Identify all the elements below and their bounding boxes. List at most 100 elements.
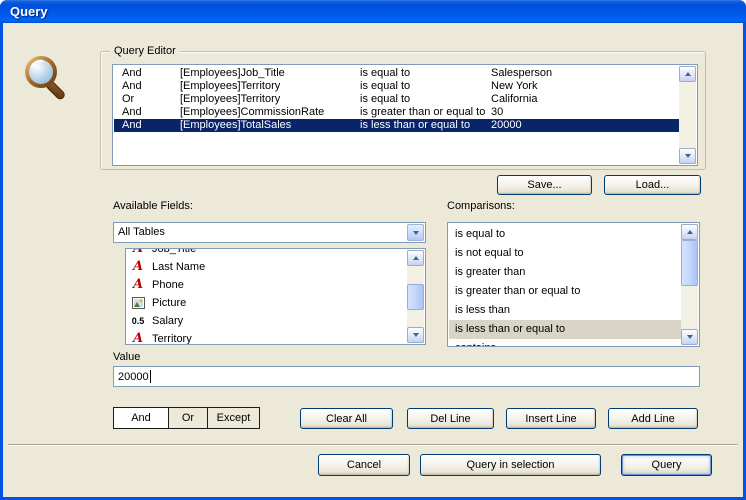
- field-label: Salary: [152, 315, 183, 327]
- field-label: Phone: [152, 279, 184, 291]
- text-caret: [150, 370, 151, 383]
- clear-all-button[interactable]: Clear All: [300, 408, 393, 429]
- value-input[interactable]: 20000: [113, 366, 700, 387]
- insert-line-button[interactable]: Insert Line: [506, 408, 596, 429]
- text-field-icon: A: [130, 332, 146, 345]
- available-fields-listbox: A Job_Title A Last Name A Phone Picture …: [125, 248, 426, 345]
- row-field: [Employees]Territory: [180, 93, 280, 106]
- field-label: Job_Title: [152, 248, 196, 255]
- row-comparison: is equal to: [360, 67, 410, 80]
- row-value: 20000: [491, 119, 522, 132]
- magnifier-icon: [21, 53, 73, 105]
- row-field: [Employees]Territory: [180, 80, 280, 93]
- comparisons-label: Comparisons:: [447, 200, 515, 212]
- scroll-down-button[interactable]: [407, 327, 424, 343]
- row-conjunction: And: [122, 80, 142, 93]
- comparisons-scrollbar[interactable]: [681, 224, 698, 345]
- field-item[interactable]: A Last Name: [127, 258, 409, 276]
- row-conjunction: Or: [122, 93, 134, 106]
- save-button[interactable]: Save...: [497, 175, 592, 195]
- comparison-item-selected[interactable]: is less than or equal to: [449, 320, 683, 339]
- value-label: Value: [113, 351, 140, 363]
- text-field-icon: A: [130, 260, 146, 274]
- row-conjunction: And: [122, 119, 142, 132]
- arrow-down-icon: [685, 154, 691, 158]
- row-value: New York: [491, 80, 537, 93]
- row-conjunction: And: [122, 106, 142, 119]
- and-toggle[interactable]: And: [114, 408, 168, 428]
- field-label: Territory: [152, 333, 192, 345]
- row-field: [Employees]CommissionRate: [180, 106, 324, 119]
- row-comparison: is less than or equal to: [360, 119, 470, 132]
- field-item[interactable]: A Phone: [127, 276, 409, 294]
- query-row-selected[interactable]: And [Employees]TotalSales is less than o…: [114, 119, 681, 132]
- comparison-item[interactable]: is not equal to: [449, 244, 683, 263]
- number-field-icon: 0.5: [130, 316, 146, 326]
- scroll-thumb[interactable]: [407, 284, 424, 310]
- comparison-item[interactable]: contains: [449, 339, 683, 347]
- arrow-up-icon: [413, 256, 419, 260]
- picture-field-icon: [130, 297, 146, 309]
- cancel-button[interactable]: Cancel: [318, 454, 410, 476]
- tables-dropdown-value: All Tables: [118, 226, 165, 238]
- text-field-icon: A: [130, 278, 146, 292]
- query-row[interactable]: And [Employees]Job_Title is equal to Sal…: [114, 67, 681, 80]
- scroll-up-button[interactable]: [679, 66, 696, 82]
- row-comparison: is equal to: [360, 80, 410, 93]
- field-item[interactable]: A Job_Title: [127, 248, 409, 258]
- row-field: [Employees]TotalSales: [180, 119, 291, 132]
- row-comparison: is equal to: [360, 93, 410, 106]
- arrow-down-icon: [413, 333, 419, 337]
- dialog-body: Query Editor And [Employees]Job_Title is…: [3, 23, 743, 497]
- row-value: Salesperson: [491, 67, 552, 80]
- row-comparison: is greater than or equal to: [360, 106, 485, 119]
- comparison-item[interactable]: is equal to: [449, 225, 683, 244]
- row-conjunction: And: [122, 67, 142, 80]
- row-value: 30: [491, 106, 503, 119]
- row-value: California: [491, 93, 537, 106]
- del-line-button[interactable]: Del Line: [407, 408, 494, 429]
- conjunction-toggle-group: And Or Except: [113, 407, 260, 429]
- field-item[interactable]: A Territory: [127, 330, 409, 345]
- comparison-item[interactable]: is less than: [449, 301, 683, 320]
- query-editor-group-label: Query Editor: [110, 45, 180, 57]
- value-input-text: 20000: [118, 371, 149, 383]
- row-field: [Employees]Job_Title: [180, 67, 285, 80]
- except-toggle[interactable]: Except: [207, 408, 259, 428]
- fields-scrollbar[interactable]: [407, 250, 424, 343]
- arrow-up-icon: [687, 230, 693, 234]
- query-row[interactable]: Or [Employees]Territory is equal to Cali…: [114, 93, 681, 106]
- query-rows-listbox: And [Employees]Job_Title is equal to Sal…: [112, 64, 698, 166]
- comparison-item[interactable]: is greater than or equal to: [449, 282, 683, 301]
- load-button[interactable]: Load...: [604, 175, 701, 195]
- available-fields-label: Available Fields:: [113, 200, 193, 212]
- query-in-selection-button[interactable]: Query in selection: [420, 454, 601, 476]
- query-row[interactable]: And [Employees]Territory is equal to New…: [114, 80, 681, 93]
- field-item[interactable]: 0.5 Salary: [127, 312, 409, 330]
- scroll-up-button[interactable]: [681, 224, 698, 240]
- scroll-thumb[interactable]: [681, 240, 698, 286]
- or-toggle[interactable]: Or: [168, 408, 207, 428]
- query-button[interactable]: Query: [621, 454, 712, 476]
- chevron-down-icon: [413, 231, 419, 235]
- comparisons-listbox: is equal to is not equal to is greater t…: [447, 222, 700, 347]
- arrow-down-icon: [687, 335, 693, 339]
- field-label: Last Name: [152, 261, 205, 273]
- titlebar: Query: [0, 0, 746, 23]
- query-row[interactable]: And [Employees]CommissionRate is greater…: [114, 106, 681, 119]
- scroll-down-button[interactable]: [679, 148, 696, 164]
- comparison-item[interactable]: is greater than: [449, 263, 683, 282]
- query-rows-scrollbar[interactable]: [679, 66, 696, 164]
- text-field-icon: A: [130, 248, 146, 256]
- tables-dropdown[interactable]: All Tables: [113, 222, 426, 243]
- scroll-up-button[interactable]: [407, 250, 424, 266]
- field-label: Picture: [152, 297, 186, 309]
- query-dialog-window: Query: [0, 0, 746, 500]
- footer-separator: [8, 444, 738, 446]
- window-title: Query: [10, 4, 48, 19]
- scroll-down-button[interactable]: [681, 329, 698, 345]
- arrow-up-icon: [685, 72, 691, 76]
- dropdown-button[interactable]: [407, 224, 424, 241]
- add-line-button[interactable]: Add Line: [608, 408, 698, 429]
- field-item[interactable]: Picture: [127, 294, 409, 312]
